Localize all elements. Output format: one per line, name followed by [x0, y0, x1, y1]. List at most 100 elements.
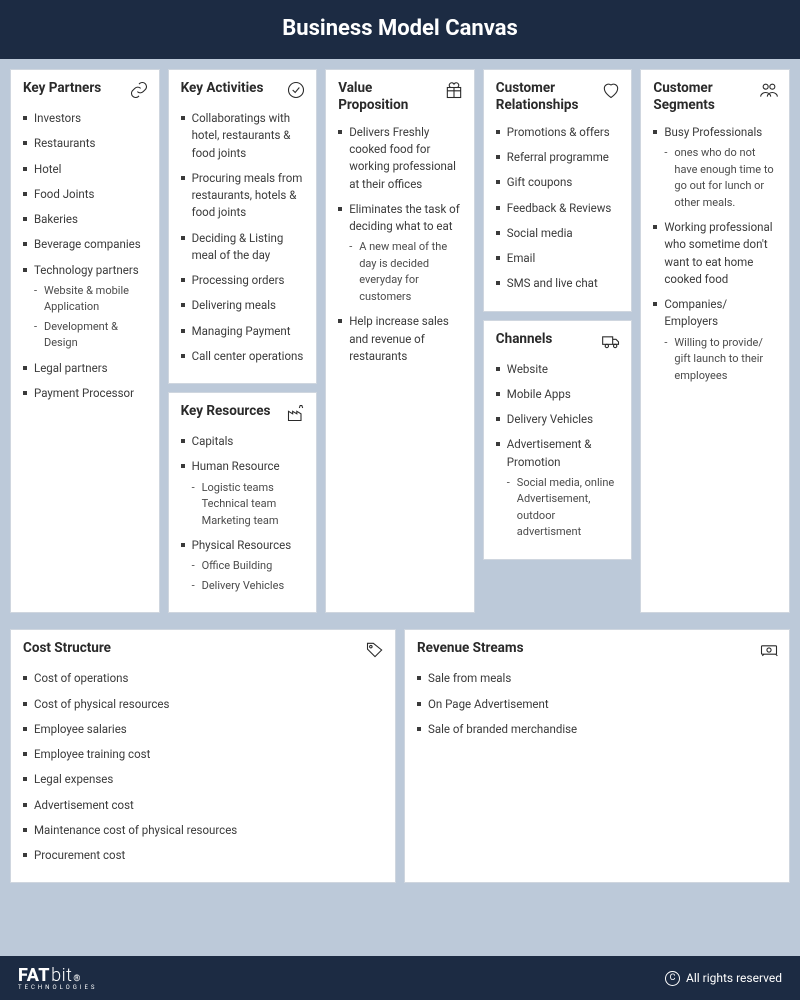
list-item: Delivers Freshly cooked food for working…	[338, 124, 464, 193]
item-list: Delivers Freshly cooked food for working…	[338, 124, 464, 365]
copyright-icon: C	[665, 971, 680, 986]
users-icon	[759, 80, 779, 100]
list-item: Feedback & Reviews	[496, 200, 622, 217]
brand-subtitle: TECHNOLOGIES	[18, 984, 97, 991]
box-customer-relationships: Customer Relationships Promotions & offe…	[483, 69, 633, 312]
list-item: Sale from meals	[417, 670, 779, 687]
list-item: Employee training cost	[23, 746, 385, 763]
box-title: Customer Segments	[653, 80, 743, 114]
list-item: Procurement cost	[23, 847, 385, 864]
sub-item: Willing to provide/ gift launch to their…	[664, 335, 779, 385]
list-item: Technology partnersWebsite & mobile Appl…	[23, 262, 149, 352]
column-2: Key Activities Collaboratings with hotel…	[168, 69, 318, 613]
registered-icon: ®	[73, 974, 81, 984]
item-list: Investors Restaurants Hotel Food Joints Bake…	[23, 110, 149, 402]
list-item: Cost of physical resources	[23, 696, 385, 713]
list-item: Restaurants	[23, 135, 149, 152]
list-item: Call center operations	[181, 348, 307, 365]
list-item: Sale of branded merchandise	[417, 721, 779, 738]
box-title: Value Proposition	[338, 80, 428, 114]
list-item: Food Joints	[23, 186, 149, 203]
truck-icon	[601, 331, 621, 351]
page-footer: FATbit® TECHNOLOGIES C All rights reserv…	[0, 956, 800, 1000]
brand-thin: bit	[51, 965, 72, 986]
list-item: Legal expenses	[23, 771, 385, 788]
list-item: Help increase sales and revenue of resta…	[338, 313, 464, 365]
price-tag-icon	[365, 640, 385, 660]
box-revenue-streams: Revenue Streams Sale from meals On Page A…	[404, 629, 790, 883]
list-item: Social media	[496, 225, 622, 242]
list-item: Gift coupons	[496, 174, 622, 191]
page-title: Business Model Canvas	[0, 16, 800, 41]
list-item: Eliminates the task of deciding what to …	[338, 201, 464, 306]
rights-text: C All rights reserved	[665, 971, 782, 986]
item-list: Cost of operations Cost of physical resou…	[23, 670, 385, 864]
box-key-partners: Key Partners Investors Restaurants Hotel Fo…	[10, 69, 160, 613]
sub-item: Development & Design	[34, 319, 149, 352]
list-item: Delivery Vehicles	[496, 411, 622, 428]
brand-logo: FATbit® TECHNOLOGIES	[18, 965, 97, 991]
sub-item: Social media, online Advertisement, outd…	[507, 475, 622, 541]
factory-icon	[286, 403, 306, 423]
list-item: Promotions & offers	[496, 124, 622, 141]
money-icon	[759, 640, 779, 660]
box-title: Channels	[496, 331, 553, 348]
list-item: Collaboratings with hotel, restaurants &…	[181, 110, 307, 162]
item-list: Sale from meals On Page Advertisement Sale…	[417, 670, 779, 738]
box-title: Cost Structure	[23, 640, 111, 657]
item-list: Capitals Human ResourceLogistic teams Tec…	[181, 433, 307, 594]
list-item: Referral programme	[496, 149, 622, 166]
page-header: Business Model Canvas	[0, 0, 800, 59]
item-list: Collaboratings with hotel, restaurants &…	[181, 110, 307, 365]
box-channels: Channels WebsiteMobile AppsDelivery Vehi…	[483, 320, 633, 560]
box-title: Revenue Streams	[417, 640, 524, 657]
column-4: Customer Relationships Promotions & offe…	[483, 69, 633, 613]
sub-item: Website & mobile Application	[34, 283, 149, 316]
heart-icon	[601, 80, 621, 100]
gift-icon	[444, 80, 464, 100]
box-customer-segments: Customer Segments Busy Professionalsones…	[640, 69, 790, 613]
list-item: Deciding & Listing meal of the day	[181, 230, 307, 265]
list-item: SMS and live chat	[496, 275, 622, 292]
list-item: Busy Professionalsones who do not have e…	[653, 124, 779, 211]
sub-item: ones who do not have enough time to go o…	[664, 145, 779, 211]
sub-item: A new meal of the day is decided everyda…	[349, 239, 464, 305]
list-item: Managing Payment	[181, 323, 307, 340]
list-item: Cost of operations	[23, 670, 385, 687]
list-item: Advertisement cost	[23, 797, 385, 814]
sub-item: Office Building	[192, 558, 307, 575]
item-list: Busy Professionalsones who do not have e…	[653, 124, 779, 384]
list-item: On Page Advertisement	[417, 696, 779, 713]
list-item: Hotel	[23, 161, 149, 178]
item-list: WebsiteMobile AppsDelivery VehiclesAdver…	[496, 361, 622, 541]
link-icon	[129, 80, 149, 100]
list-item: Processing orders	[181, 272, 307, 289]
box-key-activities: Key Activities Collaboratings with hotel…	[168, 69, 318, 384]
list-item: Human ResourceLogistic teams Technical t…	[181, 458, 307, 529]
list-item: Delivering meals	[181, 297, 307, 314]
list-item: Capitals	[181, 433, 307, 450]
sub-item: Logistic teams Technical team Marketing …	[192, 480, 307, 530]
box-title: Key Partners	[23, 80, 101, 97]
list-item: Companies/ EmployersWilling to provide/ …	[653, 296, 779, 384]
list-item: Maintenance cost of physical resources	[23, 822, 385, 839]
list-item: Physical ResourcesOffice BuildingDeliver…	[181, 537, 307, 594]
list-item: Payment Processor	[23, 385, 149, 402]
bottom-row: Cost Structure Cost of operationsCost of…	[0, 629, 800, 891]
list-item: Advertisement & PromotionSocial media, o…	[496, 436, 622, 541]
brand-bold: FAT	[18, 965, 50, 986]
list-item: Employee salaries	[23, 721, 385, 738]
box-cost-structure: Cost Structure Cost of operationsCost of…	[10, 629, 396, 883]
box-title: Key Activities	[181, 80, 264, 97]
list-item: Bakeries	[23, 211, 149, 228]
list-item: Working professional who sometime don't …	[653, 219, 779, 288]
item-list: Promotions & offers Referral programme Gif…	[496, 124, 622, 293]
canvas-grid: Key Partners Investors Restaurants Hotel Fo…	[0, 59, 800, 629]
list-item: Website	[496, 361, 622, 378]
list-item: Legal partners	[23, 360, 149, 377]
checkmark-circle-icon	[286, 80, 306, 100]
box-title: Key Resources	[181, 403, 271, 420]
box-value-proposition: Value Proposition Delivers Freshly cooke…	[325, 69, 475, 613]
list-item: Investors	[23, 110, 149, 127]
list-item: Email	[496, 250, 622, 267]
